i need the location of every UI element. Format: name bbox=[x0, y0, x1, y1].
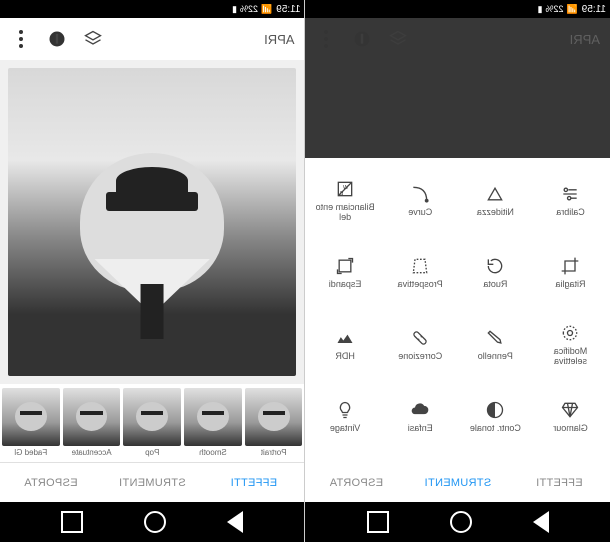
nav-home[interactable] bbox=[144, 511, 166, 533]
tool-nitidezza[interactable]: Nitidezza bbox=[458, 164, 533, 236]
diamond-icon bbox=[559, 399, 581, 421]
nav-recent[interactable] bbox=[367, 511, 389, 533]
tool-hdr[interactable]: HDR bbox=[308, 308, 383, 380]
info-icon[interactable]: i bbox=[46, 28, 68, 50]
filters-strip: Portrait Smooth Pop Accentuate Faded Gl bbox=[0, 384, 305, 462]
tool-ritaglia[interactable]: Ritaglia bbox=[533, 236, 608, 308]
tab-esporta[interactable]: ESPORTA bbox=[0, 463, 102, 502]
filter-portrait[interactable]: Portrait bbox=[245, 388, 303, 458]
portrait-photo bbox=[8, 68, 297, 376]
tab-strumenti[interactable]: STRUMENTI bbox=[102, 463, 204, 502]
android-nav bbox=[0, 502, 305, 542]
tool-extra1[interactable] bbox=[533, 452, 608, 477]
status-bar: 11:59 📶 22% ▮ bbox=[306, 0, 610, 18]
screen-tools: 11:59 📶 22% ▮ APRI i Calibra Nitidezza C… bbox=[305, 0, 610, 542]
filter-thumb bbox=[2, 388, 60, 446]
filter-pop[interactable]: Pop bbox=[123, 388, 181, 458]
tool-extra2[interactable] bbox=[458, 452, 533, 477]
status-time: 11:59 bbox=[582, 4, 606, 15]
image-preview[interactable] bbox=[0, 60, 305, 384]
curve-icon bbox=[409, 183, 431, 205]
tool-glamour[interactable]: Glamour bbox=[533, 380, 608, 452]
app-header: APRI i bbox=[306, 18, 610, 60]
tool-modifica-selettiva[interactable]: Modifica selettiva bbox=[533, 308, 608, 380]
open-button[interactable]: APRI bbox=[264, 32, 294, 47]
heal-icon bbox=[409, 327, 431, 349]
filter-thumb bbox=[184, 388, 242, 446]
screen-effects: 11:59 📶 22% ▮ APRI i Portrait Smooth Pop… bbox=[0, 0, 305, 542]
svg-text:i: i bbox=[361, 33, 364, 46]
app-header: APRI i bbox=[0, 18, 305, 60]
tool-espandi[interactable]: Espandi bbox=[308, 236, 383, 308]
svg-text:B: B bbox=[339, 190, 343, 196]
filter-thumb bbox=[245, 388, 303, 446]
tool-vintage[interactable]: Vintage bbox=[308, 380, 383, 452]
tool-bilanciamento[interactable]: WBBilanciam ento del bbox=[308, 164, 383, 236]
open-button[interactable]: APRI bbox=[570, 32, 600, 47]
status-icons: 📶 22% ▮ bbox=[232, 4, 272, 15]
layers-icon[interactable] bbox=[388, 28, 410, 50]
filter-accentuate[interactable]: Accentuate bbox=[63, 388, 121, 458]
wb-icon: WB bbox=[334, 178, 356, 200]
brush-icon bbox=[484, 327, 506, 349]
tool-prospettiva[interactable]: Prospettiva bbox=[383, 236, 458, 308]
rotate-icon bbox=[484, 255, 506, 277]
menu-icon[interactable] bbox=[10, 28, 32, 50]
info-icon[interactable]: i bbox=[352, 28, 374, 50]
hdr-icon bbox=[334, 327, 356, 349]
android-nav bbox=[306, 502, 610, 542]
tool-contr-tonale[interactable]: Contr. tonale bbox=[458, 380, 533, 452]
status-icons: 📶 22% ▮ bbox=[538, 4, 578, 15]
tool-enfasi[interactable]: Enfasi bbox=[383, 380, 458, 452]
sun-icon bbox=[409, 476, 431, 478]
filter-faded-gl[interactable]: Faded Gl bbox=[2, 388, 60, 458]
target-icon bbox=[559, 322, 581, 344]
cloud-icon bbox=[409, 399, 431, 421]
tune-icon bbox=[559, 183, 581, 205]
contrast-icon bbox=[484, 399, 506, 421]
mountains-icon bbox=[334, 476, 356, 478]
nav-back[interactable] bbox=[533, 511, 549, 533]
status-time: 11:59 bbox=[276, 4, 300, 15]
menu-icon[interactable] bbox=[316, 28, 338, 50]
bottom-tabs: EFFETTI STRUMENTI ESPORTA bbox=[0, 462, 305, 502]
filter-thumb bbox=[123, 388, 181, 446]
tool-extra4[interactable] bbox=[308, 452, 383, 477]
tool-extra3[interactable] bbox=[383, 452, 458, 477]
tool-calibra[interactable]: Calibra bbox=[533, 164, 608, 236]
tool-curve[interactable]: Curve bbox=[383, 164, 458, 236]
nav-back[interactable] bbox=[227, 511, 243, 533]
perspective-icon bbox=[409, 255, 431, 277]
nav-recent[interactable] bbox=[61, 511, 83, 533]
expand-icon bbox=[334, 255, 356, 277]
filter-thumb bbox=[63, 388, 121, 446]
layers-icon[interactable] bbox=[82, 28, 104, 50]
dice-icon bbox=[559, 476, 581, 478]
nav-home[interactable] bbox=[450, 511, 472, 533]
tool-correzione[interactable]: Correzione bbox=[383, 308, 458, 380]
triangle-icon bbox=[484, 183, 506, 205]
status-bar: 11:59 📶 22% ▮ bbox=[0, 0, 305, 18]
tool-pennello[interactable]: Pennello bbox=[458, 308, 533, 380]
mustache-icon bbox=[484, 476, 506, 478]
bulb-icon bbox=[334, 399, 356, 421]
tool-ruota[interactable]: Ruota bbox=[458, 236, 533, 308]
crop-icon bbox=[559, 255, 581, 277]
tab-effetti[interactable]: EFFETTI bbox=[203, 463, 305, 502]
tools-grid: Calibra Nitidezza Curve WBBilanciam ento… bbox=[306, 158, 610, 477]
filter-smooth[interactable]: Smooth bbox=[184, 388, 242, 458]
svg-text:i: i bbox=[56, 33, 59, 46]
